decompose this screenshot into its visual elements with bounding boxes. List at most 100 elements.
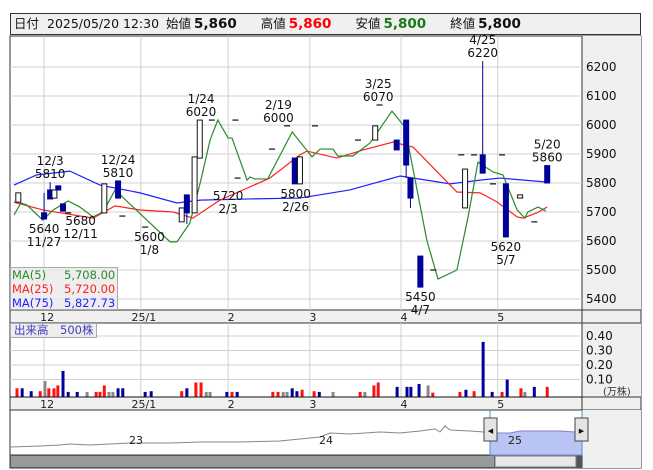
price-tick-label: 5500: [586, 263, 617, 277]
stock-chart[interactable]: 6200 6100 6000 5900 5800 5700 5600 5500 5400 0.40…: [0, 0, 653, 470]
volume-bar: [66, 391, 70, 397]
volume-bar: [85, 391, 89, 397]
candle-up: [517, 194, 524, 199]
annotation-price: 6020: [186, 105, 217, 119]
annotation-price: 5600: [134, 230, 165, 244]
volume-bar: [458, 391, 462, 397]
volume-bar: [358, 391, 362, 397]
volume-bar: [43, 381, 47, 397]
volume-bar: [331, 391, 335, 397]
volume-bar: [116, 388, 120, 397]
ma-legend: MA(5) 5,708.00 MA(25) 5,720.00 MA(75) 5,827…: [10, 267, 118, 310]
volume-bar: [149, 391, 153, 397]
volume-bar: [285, 391, 289, 397]
candle-down: [479, 154, 486, 174]
handle-right-arrow-icon: ▶: [579, 427, 585, 435]
candle-down: [502, 183, 509, 238]
volume-bar: [300, 389, 304, 397]
annotation-date: 2/26: [282, 200, 309, 214]
annotation-date: 5/7: [496, 253, 515, 267]
annotation-date: 12/24: [101, 153, 136, 167]
price-tick-label: 5600: [586, 234, 617, 248]
handle-left-arrow-icon: ◀: [488, 427, 494, 435]
annotation-price: 6070: [363, 90, 394, 104]
legend-ma25: MA(25) 5,720.00: [12, 282, 116, 296]
volume-bar: [490, 391, 494, 397]
volume-bar: [94, 391, 98, 397]
candle-up: [178, 207, 185, 223]
volume-bar: [208, 391, 212, 397]
month-label: 3: [309, 398, 316, 411]
candle-down: [41, 212, 48, 220]
candle-down: [393, 139, 400, 151]
volume-bar: [75, 391, 79, 397]
volume-bar: [143, 391, 147, 397]
month-label: 3: [309, 311, 316, 324]
price-tick-label: 5900: [586, 147, 617, 161]
candle-up: [191, 156, 198, 214]
candle-down: [407, 177, 414, 199]
volume-bar: [472, 391, 476, 397]
volume-bar: [372, 385, 376, 397]
volume-bar: [317, 391, 321, 397]
month-label: 4: [401, 311, 408, 324]
volume-bar: [29, 391, 33, 397]
volume-bar: [204, 391, 208, 397]
volume-bar: [519, 388, 523, 397]
volume-tick-label: 0.20: [586, 358, 613, 372]
volume-bar: [271, 391, 275, 397]
volume-unit-label: (万株): [603, 385, 631, 398]
volume-bar: [532, 386, 536, 397]
candle-down: [55, 185, 62, 191]
annotation-price: 5800: [280, 187, 311, 201]
annotation-date: 1/24: [188, 92, 215, 106]
volume-bar: [180, 391, 184, 397]
volume-bar: [405, 386, 409, 397]
volume-bar: [290, 388, 294, 397]
month-label: 25/1: [131, 398, 156, 411]
volume-bar: [102, 385, 106, 397]
navigator-right-panel: [582, 410, 641, 468]
annotation-price: 5620: [491, 240, 522, 254]
candle-down: [291, 157, 298, 185]
candle-down: [417, 255, 424, 288]
volume-bar: [395, 386, 399, 397]
price-tick-label: 6000: [586, 118, 617, 132]
candle-up: [15, 192, 22, 203]
volume-bar: [417, 383, 421, 397]
navigator-year-label: 23: [129, 434, 143, 447]
price-tick-label: 6200: [586, 60, 617, 74]
annotation-date: 12/3: [37, 154, 64, 168]
volume-bar: [230, 391, 234, 397]
scrollbar-thumb[interactable]: [494, 455, 577, 468]
volume-bar: [295, 391, 299, 397]
annotation-price: 5450: [405, 290, 436, 304]
volume-bar: [409, 386, 413, 397]
annotation-date: 1/8: [140, 243, 159, 257]
volume-bar: [500, 391, 504, 397]
annotation-price: 6220: [467, 46, 498, 60]
volume-bar: [426, 385, 430, 397]
annotation-date: 5/20: [534, 138, 561, 152]
annotation-date: 4/25: [469, 33, 496, 47]
price-tick-label: 6100: [586, 89, 617, 103]
annotation-date: 4/7: [411, 303, 430, 317]
month-label: 4: [401, 398, 408, 411]
month-label: 5: [497, 398, 504, 411]
candle-down: [403, 119, 410, 166]
annotation-date: 12/11: [63, 227, 98, 241]
legend-ma5: MA(5) 5,708.00: [12, 268, 116, 282]
volume-bar: [199, 382, 203, 397]
annotation-date: 11/27: [27, 235, 62, 249]
annotation-price: 5810: [103, 166, 134, 180]
price-tick-label: 5800: [586, 176, 617, 190]
volume-bar: [376, 382, 380, 397]
candle-down: [544, 165, 551, 184]
volume-bar: [107, 391, 111, 397]
candle-up: [101, 183, 108, 214]
annotation-price: 5860: [532, 151, 563, 165]
month-label: 25/1: [131, 311, 156, 324]
volume-bar: [225, 391, 229, 397]
volume-bar: [276, 391, 280, 397]
volume-bar: [52, 388, 56, 397]
